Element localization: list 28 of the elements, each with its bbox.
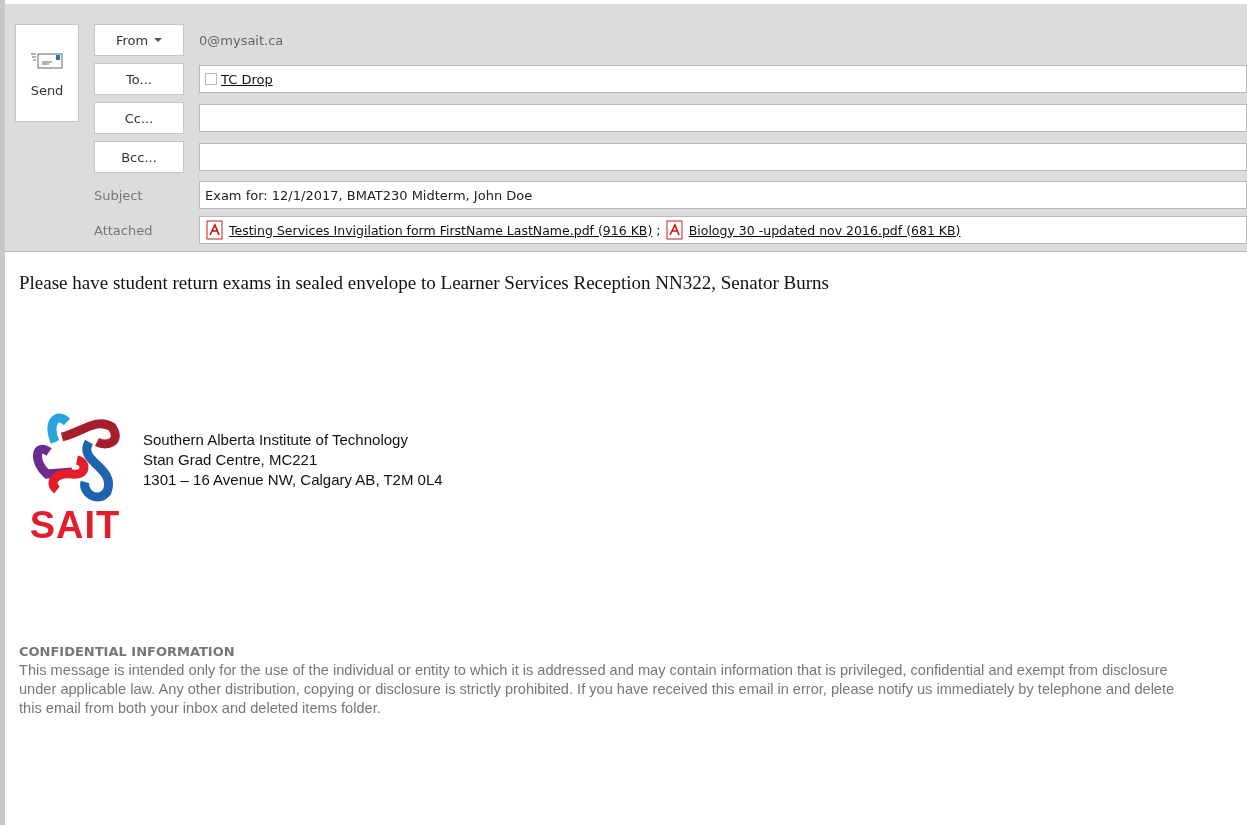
recipient-button[interactable]: To... <box>94 63 184 95</box>
attachment-link[interactable]: Biology 30 -updated nov 2016.pdf (681 KB) <box>688 222 961 238</box>
recipient-checkbox[interactable] <box>205 73 217 85</box>
send-button[interactable]: Send <box>15 24 79 122</box>
recipient-field[interactable] <box>199 143 1247 171</box>
signature-line: Southern Alberta Institute of Technology <box>143 430 409 450</box>
from-button[interactable]: From <box>94 24 184 56</box>
recipient-button[interactable]: Cc... <box>94 102 184 134</box>
attachment-link[interactable]: Testing Services Invigilation form FirstName LastName.pdf (916 KB) <box>229 222 653 238</box>
recipient-button[interactable]: Bcc... <box>94 141 184 173</box>
recipient-link[interactable]: TC Drop <box>221 71 273 87</box>
disclaimer-title: CONFIDENTIAL INFORMATION <box>19 644 236 659</box>
pdf-icon <box>664 220 685 240</box>
caret-icon <box>154 38 163 42</box>
disclaimer-text: This message is intended only for the use of the individual or entity to which it is addressed and may contain information that is privileged, confidential and exempt from disclosure under applicable law. Any other distribution, copying or disclosure is strictly prohibited. If you have received this email in error, please notify us immediately by telephone and delete this email from both your inbox and deleted items folder. <box>19 661 1176 718</box>
subject-field[interactable]: Exam for: 12/1/2017, BMAT230 Midterm, John Doe <box>199 181 1247 209</box>
subject-label: Subject <box>94 187 144 203</box>
attached-label: Attached <box>94 222 154 238</box>
pdf-icon <box>205 220 225 240</box>
signature-line: 1301 – 16 Avenue NW, Calgary AB, T2M 0L4 <box>143 470 443 490</box>
logo-text: SAIT <box>29 506 121 544</box>
signature-line: Stan Grad Centre, MC221 <box>143 450 319 470</box>
attachments-field[interactable]: Testing Services Invigilation form FirstName LastName.pdf (916 KB) ; Biology 30 -updated nov 2016.pdf (681 KB) <box>199 216 1247 244</box>
separator-text: ; <box>656 222 661 238</box>
recipient-field[interactable] <box>199 104 1247 132</box>
from-address: 0@mysait.ca <box>199 32 284 48</box>
recipient-field[interactable]: TC Drop <box>199 65 1247 93</box>
message-text: Please have student return exams in sealed envelope to Learner Services Reception NN322, Senator Burns <box>19 272 830 294</box>
